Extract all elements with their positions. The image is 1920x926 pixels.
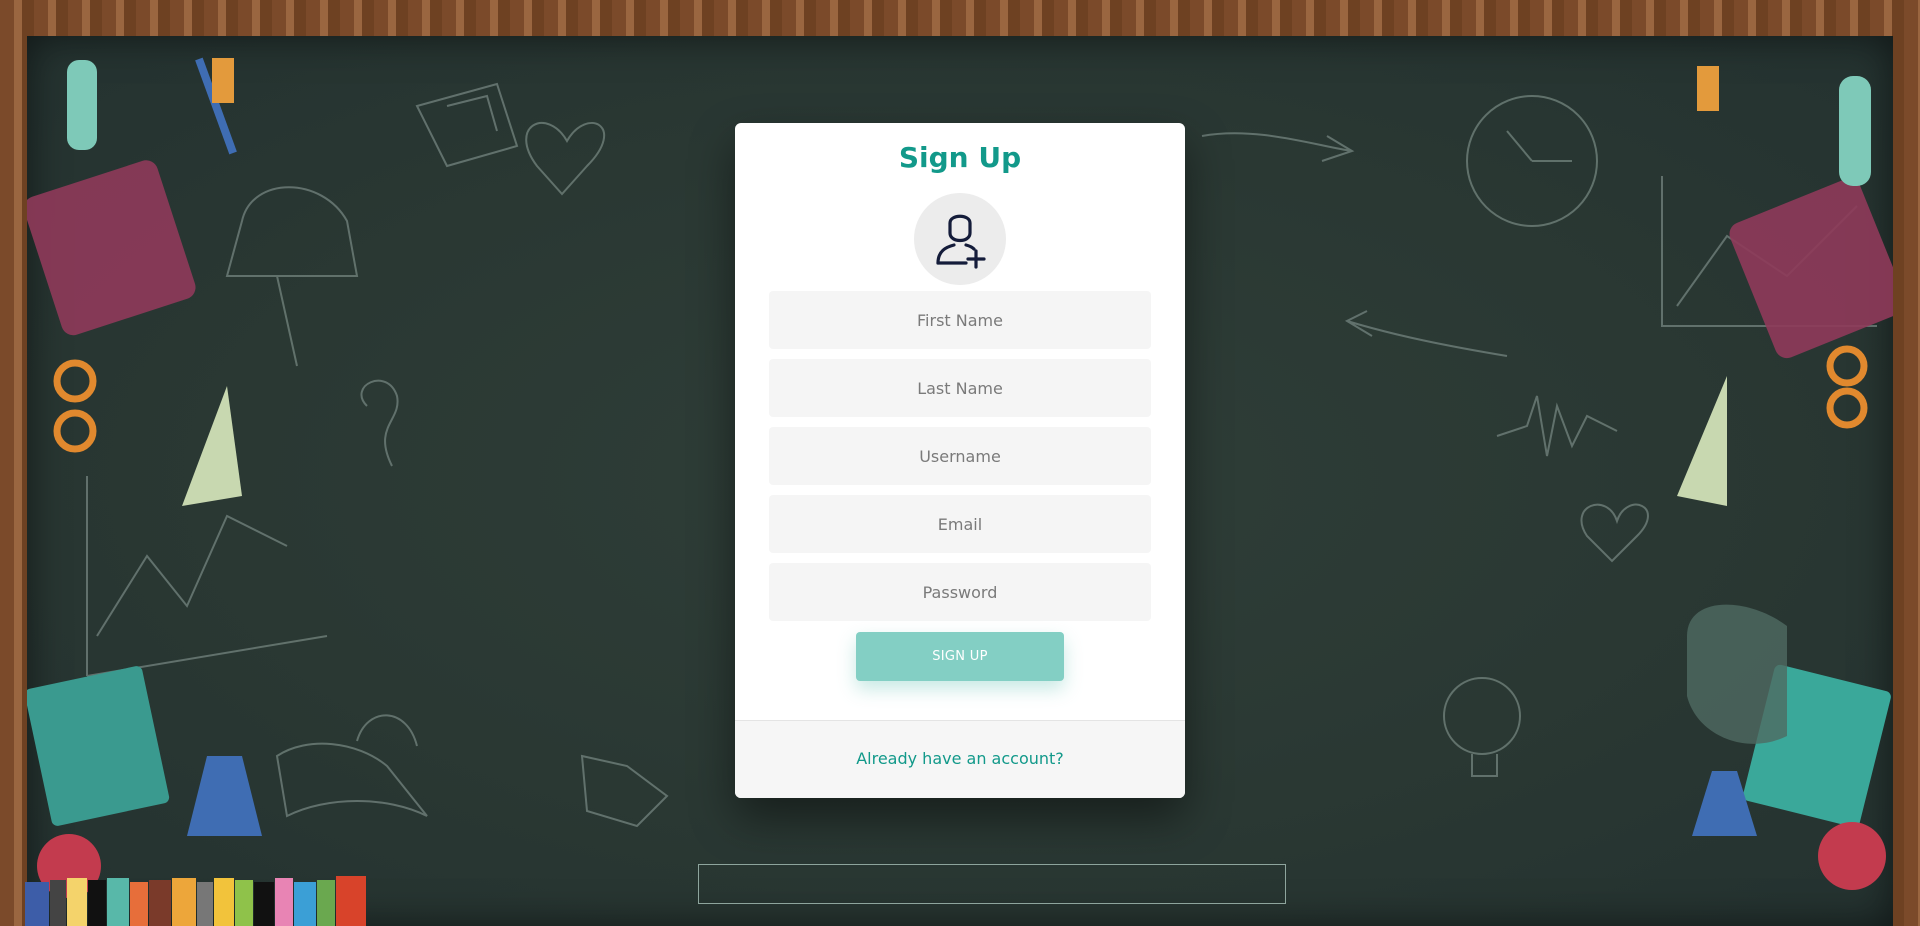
- bulb-doodle: [1443, 677, 1521, 755]
- ruler-triangle-left: [182, 386, 242, 506]
- already-have-account-link[interactable]: Already have an account?: [735, 749, 1185, 768]
- book-doodle: [275, 714, 428, 818]
- card-footer: Already have an account?: [735, 720, 1185, 798]
- wave-doodle: [1496, 395, 1618, 457]
- arrow-doodle: [1201, 132, 1355, 162]
- notebook-left: [27, 666, 170, 826]
- chalk-tray-box: [698, 864, 1286, 904]
- flask-left: [187, 756, 262, 836]
- lamp-doodle: [225, 186, 359, 367]
- question-doodle: [360, 379, 399, 467]
- avatar: [914, 193, 1006, 285]
- last-name-field[interactable]: [769, 359, 1151, 417]
- password-field[interactable]: [769, 563, 1151, 621]
- heart-doodle: [525, 122, 606, 196]
- arrow-box-doodle: [580, 754, 669, 828]
- username-field[interactable]: [769, 427, 1151, 485]
- calculator-right: [1729, 178, 1893, 359]
- book-stack: [25, 876, 366, 926]
- heart-doodle-right: [1580, 503, 1649, 563]
- glue-right: [1839, 76, 1871, 186]
- eraser-left: [212, 58, 234, 103]
- sign-up-button[interactable]: SIGN UP: [856, 632, 1064, 681]
- diamond-doodle: [415, 82, 519, 168]
- apple-right: [1818, 822, 1886, 890]
- ruler-triangle-right: [1677, 376, 1727, 506]
- eraser-right: [1697, 66, 1719, 111]
- email-field[interactable]: [769, 495, 1151, 553]
- graph-doodle: [86, 476, 328, 677]
- arrow-left-doodle: [1344, 310, 1508, 357]
- calculator-left: [27, 160, 196, 336]
- protractor-right: [1687, 604, 1787, 744]
- scissors-left: [53, 359, 97, 403]
- scissors-right: [1826, 345, 1868, 387]
- glue-left: [67, 60, 97, 150]
- first-name-field[interactable]: [769, 291, 1151, 349]
- page-title: Sign Up: [898, 141, 1022, 174]
- user-plus-icon: [936, 214, 986, 269]
- signup-card: Sign Up SIGN UP Already have an account?: [735, 123, 1185, 798]
